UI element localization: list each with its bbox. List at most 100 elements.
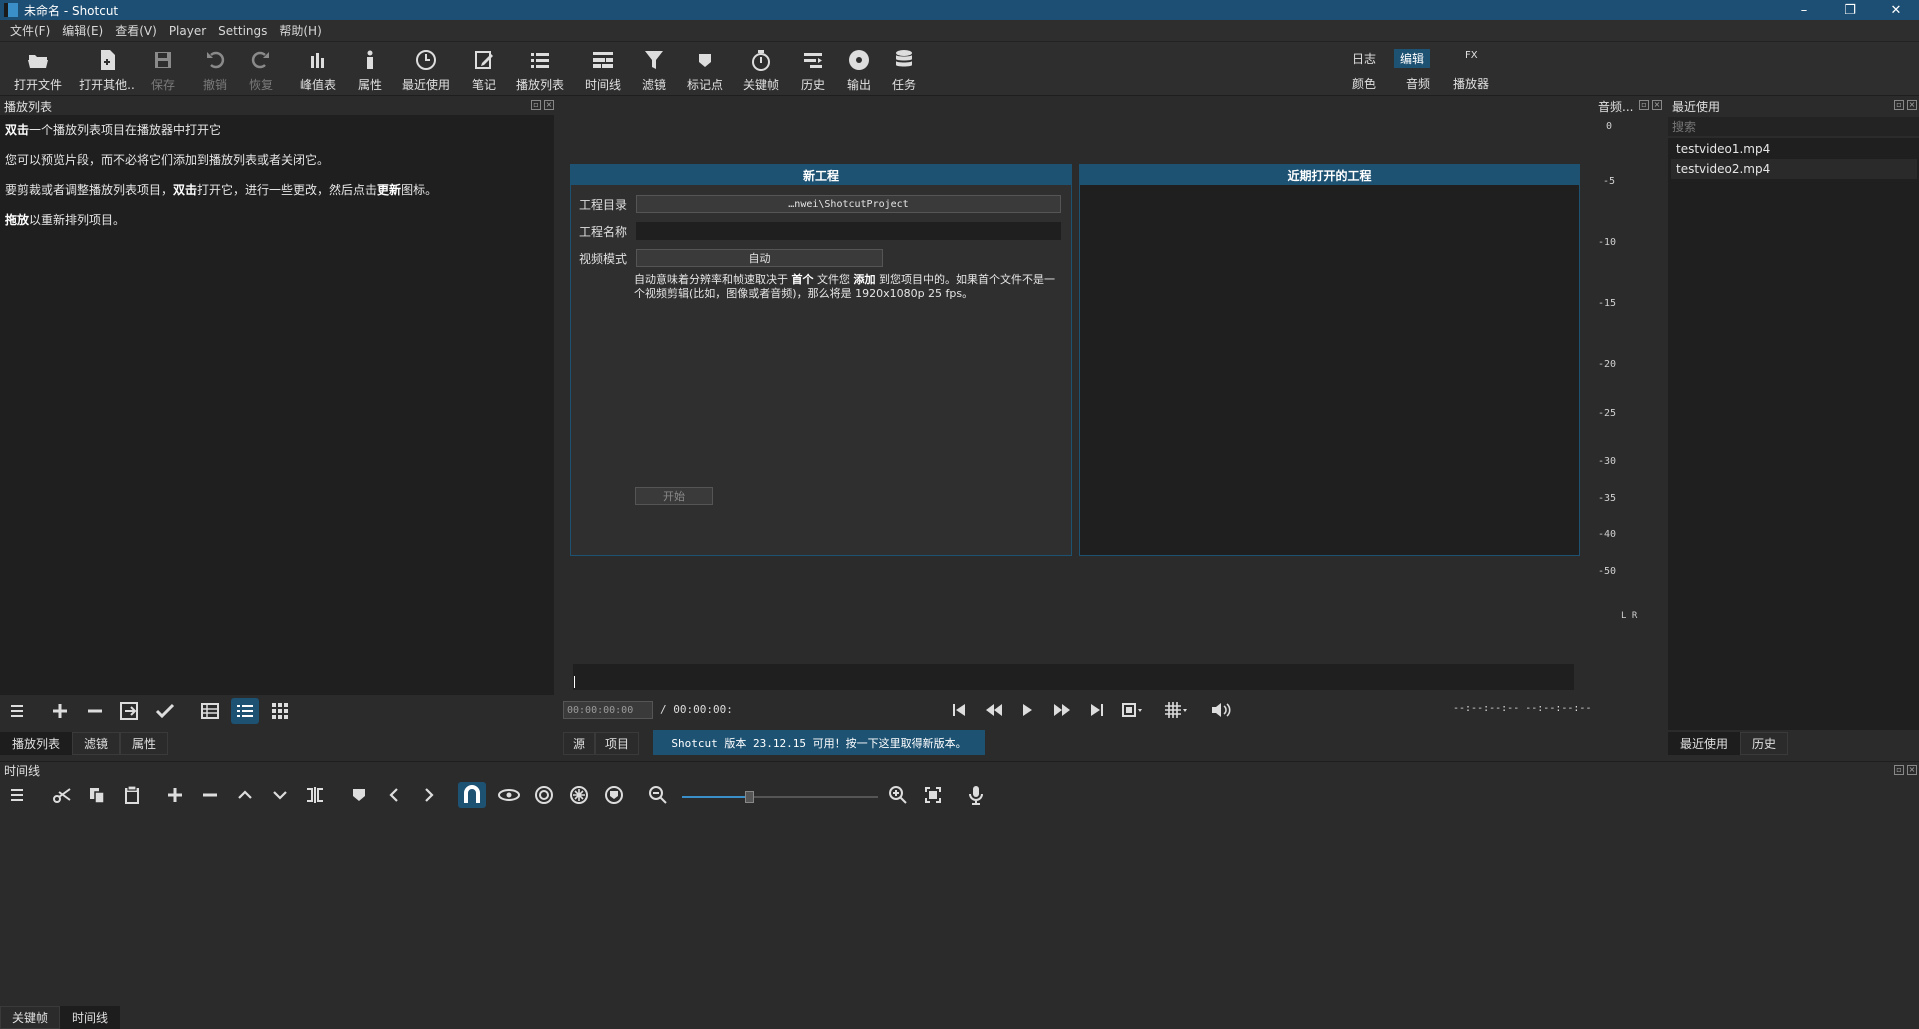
close-icon[interactable]: × — [1907, 100, 1917, 110]
snap-button[interactable] — [458, 782, 486, 808]
open-other-button[interactable]: 打开其他.. — [77, 48, 137, 93]
volume-button[interactable] — [1207, 697, 1235, 723]
ripple-all-tracks-button[interactable] — [565, 782, 593, 808]
append-button[interactable] — [161, 782, 189, 808]
project-name-input[interactable] — [636, 222, 1061, 240]
close-button[interactable]: ✕ — [1873, 0, 1919, 20]
tab-history[interactable]: 历史 — [1740, 732, 1789, 755]
marker-button[interactable] — [345, 782, 373, 808]
scrub-while-dragging-button[interactable] — [495, 782, 523, 808]
menu-settings[interactable]: Settings — [212, 24, 273, 38]
zoom-fit-button[interactable] — [1118, 697, 1146, 723]
lift-button[interactable] — [231, 782, 259, 808]
playlist-remove-button[interactable] — [81, 698, 109, 724]
play-button[interactable] — [1013, 697, 1041, 723]
tab-project[interactable]: 项目 — [595, 732, 640, 755]
recent-item[interactable]: testvideo2.mp4 — [1671, 159, 1917, 179]
playlist-check-button[interactable] — [151, 698, 179, 724]
next-marker-button[interactable] — [415, 782, 443, 808]
playhead[interactable] — [574, 676, 575, 688]
playlist-icon-view-button[interactable] — [266, 698, 294, 724]
zoom-slider[interactable] — [682, 791, 878, 803]
float-icon[interactable]: ▫ — [1894, 100, 1904, 110]
update-notice-button[interactable]: Shotcut 版本 23.12.15 可用！按一下这里取得新版本。 — [653, 730, 985, 755]
recent-button[interactable]: 最近使用 — [396, 48, 456, 93]
restore-button[interactable]: ❐ — [1827, 0, 1873, 20]
tab-recent[interactable]: 最近使用 — [1668, 732, 1741, 755]
start-button[interactable]: 开始 — [635, 487, 713, 505]
playlist-list-view-button[interactable] — [231, 698, 259, 724]
float-icon[interactable]: ▫ — [1894, 765, 1904, 775]
properties-button[interactable]: 属性 — [340, 48, 400, 93]
workspace-color[interactable]: 颜色 — [1346, 74, 1382, 93]
notes-button[interactable]: 笔记 — [454, 48, 514, 93]
project-dir-field[interactable]: …nwei\ShotcutProject — [636, 195, 1061, 213]
workspace-log[interactable]: 日志 — [1346, 49, 1382, 68]
jobs-label: 任务 — [891, 78, 916, 92]
playlist-add-button[interactable] — [46, 698, 74, 724]
cut-button[interactable] — [48, 782, 76, 808]
workspace-audio[interactable]: 音频 — [1400, 74, 1436, 93]
fast-forward-button[interactable] — [1048, 697, 1076, 723]
open-file-button[interactable]: 打开文件 — [8, 48, 68, 93]
menu-view[interactable]: 查看(V) — [109, 22, 163, 39]
jobs-button[interactable]: 任务 — [874, 48, 934, 93]
float-icon[interactable]: ▫ — [531, 100, 541, 110]
workspace-player[interactable]: 播放器 — [1447, 74, 1495, 93]
playlist-button[interactable]: 播放列表 — [510, 48, 570, 93]
video-mode-select[interactable]: 自动 — [636, 249, 883, 267]
tab-playlist[interactable]: 播放列表 — [0, 732, 73, 755]
workspace-edit[interactable]: 编辑 — [1394, 49, 1431, 68]
menu-file[interactable]: 文件(F) — [4, 22, 56, 39]
minimize-button[interactable]: – — [1781, 0, 1827, 20]
zoom-timeline-fit-button[interactable] — [919, 782, 947, 808]
menu-player[interactable]: Player — [163, 24, 212, 38]
redo-button[interactable]: 恢复 — [231, 48, 291, 93]
zoom-in-button[interactable] — [884, 782, 912, 808]
tab-timeline[interactable]: 时间线 — [60, 1006, 121, 1029]
tab-properties[interactable]: 属性 — [120, 732, 169, 755]
timecode-field[interactable]: 00:00:00:00 — [563, 701, 653, 719]
timeline-tracks-area[interactable] — [0, 813, 1919, 1006]
playlist-menu-button[interactable] — [4, 698, 32, 724]
playlist-details-view-button[interactable] — [196, 698, 224, 724]
zoom-out-button[interactable] — [644, 782, 672, 808]
workspace-fx[interactable]: FX — [1459, 49, 1484, 62]
skip-previous-button[interactable] — [945, 697, 973, 723]
previous-marker-button[interactable] — [380, 782, 408, 808]
scrub-bar[interactable] — [573, 664, 1574, 690]
overwrite-button[interactable] — [266, 782, 294, 808]
playlist-update-button[interactable] — [116, 698, 144, 724]
ripple-button[interactable] — [530, 782, 558, 808]
paste-button[interactable] — [118, 782, 146, 808]
tab-filters[interactable]: 滤镜 — [72, 732, 121, 755]
close-icon[interactable]: × — [544, 100, 554, 110]
recent-item[interactable]: testvideo1.mp4 — [1671, 139, 1917, 159]
float-icon[interactable]: ▫ — [1639, 100, 1649, 110]
tab-keyframes[interactable]: 关键帧 — [0, 1006, 61, 1029]
save-icon — [153, 48, 173, 72]
rewind-button[interactable] — [980, 697, 1008, 723]
zoom-slider-handle[interactable] — [745, 791, 754, 803]
ripple-delete-button[interactable] — [196, 782, 224, 808]
recent-search-input[interactable]: 搜索 — [1668, 117, 1919, 136]
menu-edit[interactable]: 编辑(E) — [56, 22, 109, 39]
timeline-menu-button[interactable] — [4, 782, 32, 808]
split-button[interactable] — [301, 782, 329, 808]
ripple-markers-button[interactable] — [600, 782, 628, 808]
record-audio-button[interactable] — [962, 782, 990, 808]
close-icon[interactable]: × — [1652, 100, 1662, 110]
grid-button[interactable] — [1162, 697, 1190, 723]
keyframes-button[interactable]: 关键帧 — [731, 48, 791, 93]
shotcut-logo-icon — [4, 3, 18, 17]
markers-button[interactable]: 标记点 — [675, 48, 735, 93]
menu-help[interactable]: 帮助(H) — [273, 22, 327, 39]
project-name-label: 工程名称 — [579, 225, 628, 239]
close-icon[interactable]: × — [1907, 765, 1917, 775]
copy-button[interactable] — [83, 782, 111, 808]
peak-meter-button[interactable]: 峰值表 — [288, 48, 348, 93]
tab-source[interactable]: 源 — [563, 732, 596, 755]
playlist-panel[interactable]: 双击一个播放列表项目在播放器中打开它 您可以预览片段，而不必将它们添加到播放列表… — [0, 115, 554, 695]
skip-next-button[interactable] — [1083, 697, 1111, 723]
save-button[interactable]: 保存 — [133, 48, 193, 93]
